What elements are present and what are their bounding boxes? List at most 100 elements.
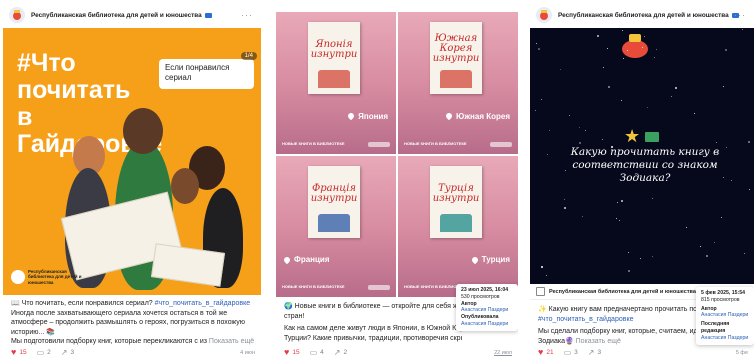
comment-count: 3 xyxy=(574,348,578,356)
star-dot xyxy=(621,200,623,202)
star-dot xyxy=(547,154,548,155)
tile-logo xyxy=(368,141,390,147)
star-dot xyxy=(742,29,743,30)
group-avatar[interactable] xyxy=(536,7,552,23)
post-date[interactable]: 5 фе xyxy=(736,350,748,356)
star-dot xyxy=(654,57,655,58)
star-dot xyxy=(535,110,536,111)
book-illustration xyxy=(440,213,472,232)
like-count: 21 xyxy=(546,348,554,356)
share-count: 3 xyxy=(70,348,75,356)
book-illustration xyxy=(440,70,472,88)
like-button[interactable]: ♥ 15 xyxy=(284,347,300,357)
tooltip-date: 5 фев 2025, 15:54 xyxy=(701,290,746,296)
text-line: 📖 Что почитать, если понравился сериал? xyxy=(11,300,155,307)
book-title: Франція изнутри xyxy=(310,182,358,204)
star-dot xyxy=(622,30,623,31)
grid-tile[interactable]: Южная Корея изнутри Южная Корея НОВЫЕ КН… xyxy=(398,12,518,154)
post-header: Республиканская библиотека для детей и ю… xyxy=(3,2,261,28)
share-button[interactable]: ↗ 2 xyxy=(334,348,347,357)
star-dot xyxy=(585,130,586,131)
text-line: Как на самом деле живут люди в Японии, в… xyxy=(284,325,462,332)
star-dot xyxy=(582,216,583,217)
star-dot xyxy=(617,202,618,203)
star-dot xyxy=(564,207,566,209)
mascot-illustration xyxy=(622,34,648,58)
group-name[interactable]: Республиканская библиотека для детей и ю… xyxy=(558,12,729,19)
star-dot xyxy=(628,252,629,253)
tooltip-editor-link[interactable]: Анастасия Паздери xyxy=(701,335,749,342)
show-more-link[interactable]: Показать ещё xyxy=(574,338,621,345)
star-dot xyxy=(647,107,648,108)
text-line: атмосфере – продолжить размышлять о геро… xyxy=(11,319,246,326)
tile-banner: НОВЫЕ КНИГИ В БИБЛИОТЕКЕ xyxy=(282,284,345,289)
repost-group-name[interactable]: Республиканская библиотека для детей и ю… xyxy=(549,289,696,295)
text-line: стран! xyxy=(284,312,305,320)
star-dot xyxy=(546,275,547,276)
star-dot xyxy=(748,141,750,143)
star-dot xyxy=(716,142,717,143)
share-button[interactable]: ↗ 3 xyxy=(588,348,601,357)
image-question: Какую прочитать книгу в соответствии со … xyxy=(570,146,720,184)
post-image[interactable]: #Что почитать в Гайдаровке Если понравил… xyxy=(3,28,261,295)
hashtag-link[interactable]: #что_почитать_в_гайдаровке xyxy=(155,300,250,307)
grid-tile[interactable]: Турція изнутри Турция НОВЫЕ КНИГИ В БИБЛ… xyxy=(398,155,518,297)
like-button[interactable]: ♥ 15 xyxy=(11,347,27,357)
share-icon: ↗ xyxy=(333,347,341,357)
country-label: Южная Корея xyxy=(444,111,510,121)
text-line: Иногда после захватывающего сериала хоче… xyxy=(11,309,228,317)
verified-icon xyxy=(204,12,212,18)
heart-icon: ♥ xyxy=(11,347,17,357)
text-line: Зодиака🔮 xyxy=(538,337,574,345)
location-pin-icon xyxy=(282,255,292,264)
country-name: Япония xyxy=(358,111,388,121)
comment-button[interactable]: ▭ 2 xyxy=(37,348,51,357)
text-line: Мы подготовили подборку книг, которые пе… xyxy=(11,338,207,345)
country-label: Турция xyxy=(470,255,510,264)
comment-icon: ▭ xyxy=(309,347,318,357)
location-pin-icon xyxy=(444,111,454,121)
book-title: Турція изнутри xyxy=(432,182,480,204)
star-dot xyxy=(723,177,724,178)
star-icon: ★ xyxy=(624,126,641,146)
tile-logo xyxy=(490,141,512,147)
share-icon: ↗ xyxy=(587,347,595,357)
star-dot xyxy=(644,36,645,37)
star-dot xyxy=(536,43,537,44)
star-dot xyxy=(640,258,641,259)
star-dot xyxy=(723,86,724,87)
star-dot xyxy=(652,256,653,257)
star-dot xyxy=(579,142,581,144)
share-button[interactable]: ↗ 3 xyxy=(61,348,74,357)
group-avatar[interactable] xyxy=(9,7,25,23)
like-button[interactable]: ♥ 21 xyxy=(538,347,554,357)
comment-icon: ▭ xyxy=(36,347,45,357)
tooltip-author-link[interactable]: Анастасия Паздери xyxy=(701,312,749,319)
more-options-icon[interactable]: ··· xyxy=(734,10,746,20)
group-name[interactable]: Республиканская библиотека для детей и ю… xyxy=(31,12,202,19)
comment-count: 4 xyxy=(320,348,324,356)
star-dot xyxy=(597,35,599,37)
post-footer: ♥ 21 ▭ 3 ↗ 3 xyxy=(538,347,611,357)
book-cover: Турція изнутри xyxy=(430,165,482,238)
post-date[interactable]: 22 июл xyxy=(494,350,512,356)
book-cover: Японія изнутри xyxy=(308,22,360,94)
comment-button[interactable]: ▭ 4 xyxy=(310,348,324,357)
post-date[interactable]: 4 июн xyxy=(240,350,255,356)
star-dot xyxy=(611,146,613,148)
post-image[interactable]: ★ Какую прочитать книгу в соответствии с… xyxy=(530,28,754,284)
grid-tile[interactable]: Франція изнутри Франция НОВЫЕ КНИГИ В БИ… xyxy=(276,155,396,297)
grid-tile[interactable]: Японія изнутри Япония НОВЫЕ КНИГИ В БИБЛ… xyxy=(276,12,396,154)
more-options-icon[interactable]: ··· xyxy=(241,10,253,20)
tooltip-publisher-link[interactable]: Анастасия Паздери xyxy=(461,321,513,328)
star-dot xyxy=(749,189,750,190)
star-dot xyxy=(607,48,608,49)
hashtag-link[interactable]: #что_почитать_в_гайдаровке xyxy=(538,315,698,325)
text-line: историю... 📚 xyxy=(11,328,55,336)
heart-icon: ♥ xyxy=(284,347,290,357)
person-figure xyxy=(123,108,163,154)
show-more-link[interactable]: Показать ещё xyxy=(207,338,254,345)
comment-button[interactable]: ▭ 3 xyxy=(564,348,578,357)
star-dot xyxy=(656,49,657,50)
tooltip-author-label: Автор xyxy=(701,305,717,312)
